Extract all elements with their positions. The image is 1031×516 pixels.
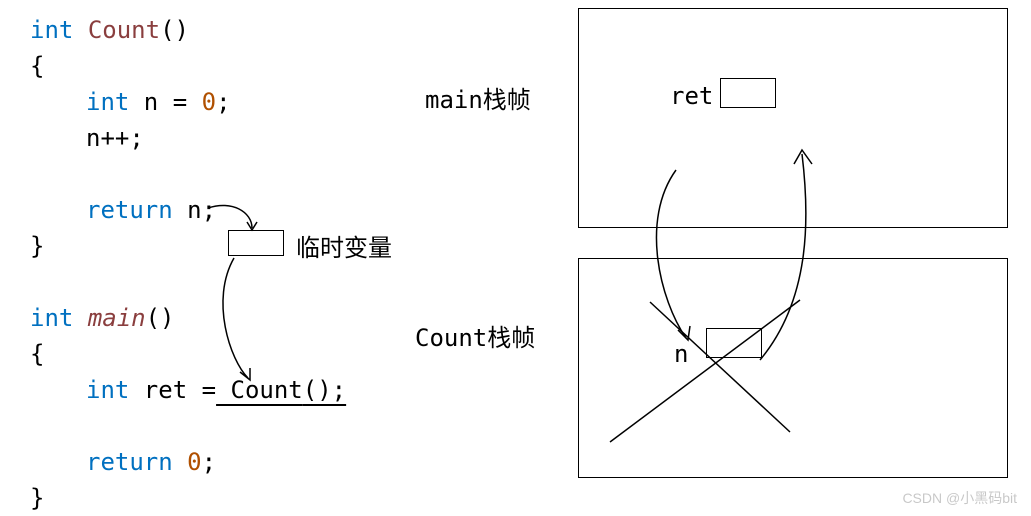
var-n: n [129, 88, 172, 116]
main-stack-frame [578, 8, 1008, 228]
code-line: return 0; [30, 444, 346, 480]
code-line: int ret = Count(); [30, 372, 346, 408]
keyword-int: int [86, 88, 129, 116]
main-frame-label: main栈帧 [425, 80, 531, 115]
code-line [30, 156, 346, 192]
watermark: CSDN @小黑码bit [902, 488, 1017, 508]
code-line [30, 264, 346, 300]
count-stack-frame [578, 258, 1008, 478]
keyword-int: int [30, 16, 73, 44]
keyword-int: int [30, 304, 73, 332]
code-line: n++; [30, 120, 346, 156]
function-name: Count [88, 16, 160, 44]
literal-zero: 0 [187, 88, 216, 116]
code-line: { [30, 336, 346, 372]
keyword-int: int [86, 376, 129, 404]
parens: () [146, 304, 175, 332]
count-frame-label: Count栈帧 [415, 318, 535, 353]
op-eq: = [173, 88, 187, 116]
brace: } [30, 232, 44, 260]
code-line: return n; [30, 192, 346, 228]
temp-var-box [228, 230, 284, 256]
stmt-incr: n++; [86, 124, 144, 152]
brace: { [30, 52, 44, 80]
op-eq: = [202, 376, 216, 404]
var-ret-label: ret [670, 82, 713, 110]
literal-zero: 0 [173, 448, 202, 476]
var-ret-box [720, 78, 776, 108]
code-line [30, 408, 346, 444]
var-n-box [706, 328, 762, 358]
code-line: { [30, 48, 346, 84]
code-line: int n = 0; [30, 84, 346, 120]
var-n-label: n [674, 340, 688, 368]
keyword-return: return [86, 448, 173, 476]
semi: ; [202, 448, 216, 476]
code-block: int Count() { int n = 0; n++; return n; … [30, 12, 346, 516]
function-main: main [88, 304, 146, 332]
call-parens: (); [303, 376, 346, 404]
code-line: } [30, 480, 346, 516]
code-line: int Count() [30, 12, 346, 48]
call-name: Count [216, 376, 303, 404]
semi: ; [216, 88, 230, 116]
brace: } [30, 484, 44, 512]
keyword-return: return [86, 196, 173, 224]
temp-var-label: 临时变量 [296, 228, 392, 263]
brace: { [30, 340, 44, 368]
var-ret: ret [129, 376, 201, 404]
return-expr: n; [173, 196, 216, 224]
parens: () [160, 16, 189, 44]
code-line: int main() [30, 300, 346, 336]
